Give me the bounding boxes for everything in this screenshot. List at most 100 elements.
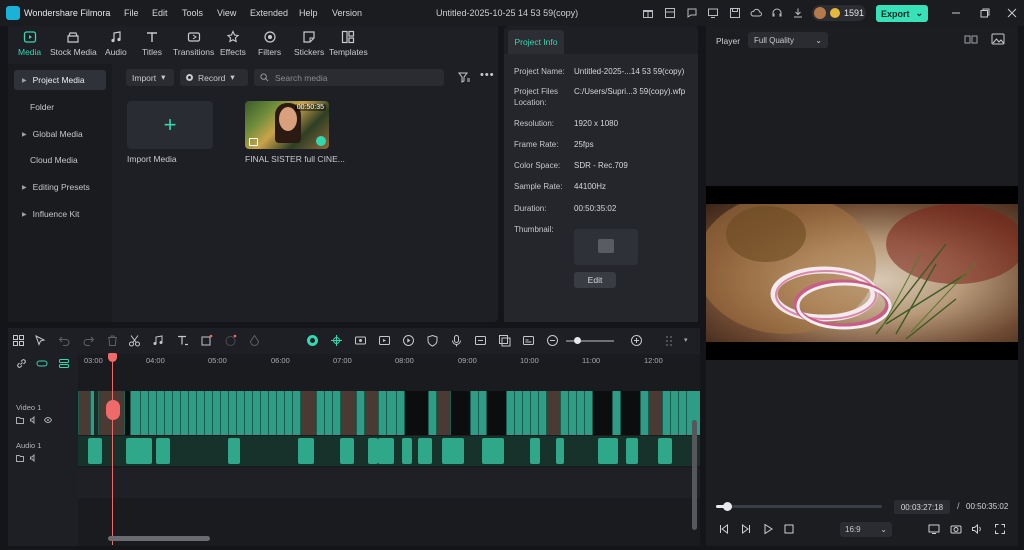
audio-clip[interactable] <box>126 438 152 464</box>
audio-clip[interactable] <box>658 438 672 464</box>
video-clip[interactable] <box>284 391 292 435</box>
layout-icon[interactable] <box>664 7 676 19</box>
fullscreen-icon[interactable] <box>994 523 1006 535</box>
more-options-icon[interactable]: ••• <box>480 69 495 81</box>
video-clip[interactable] <box>260 391 268 435</box>
split-scissors-icon[interactable] <box>106 400 120 420</box>
redo-icon[interactable] <box>82 334 95 347</box>
video-clip[interactable] <box>648 391 662 435</box>
video-viewer[interactable] <box>706 186 1018 360</box>
shield-icon[interactable] <box>426 334 439 347</box>
chevron-down-icon[interactable]: ▾ <box>684 336 688 344</box>
camera-icon[interactable] <box>950 523 962 535</box>
scissors-icon[interactable] <box>128 334 141 347</box>
audio-clip[interactable] <box>378 438 394 464</box>
audio-clip[interactable] <box>556 438 564 464</box>
magnet-link-icon[interactable] <box>36 358 49 371</box>
tab-stock-media[interactable]: Stock Media <box>50 30 97 62</box>
gift-icon[interactable] <box>642 7 654 19</box>
close-icon[interactable] <box>1006 7 1018 19</box>
video-clip[interactable] <box>130 391 140 435</box>
headset-icon[interactable] <box>771 7 783 19</box>
timeline-vertical-scrollbar[interactable] <box>692 420 697 530</box>
tab-filters[interactable]: Filters <box>258 30 281 62</box>
video-clip[interactable] <box>188 391 196 435</box>
video-clip[interactable] <box>156 391 164 435</box>
search-input[interactable] <box>275 72 435 83</box>
media-library-icon[interactable] <box>498 334 511 347</box>
volume-icon[interactable] <box>971 523 983 535</box>
video-clip[interactable] <box>252 391 260 435</box>
menu-tools[interactable]: Tools <box>182 8 203 18</box>
video-clip[interactable] <box>538 391 546 435</box>
menu-view[interactable]: View <box>217 8 236 18</box>
sidebar-item-influence-kit[interactable]: ▶ Influence Kit <box>14 204 106 224</box>
ai-mate-icon[interactable] <box>306 334 319 347</box>
audio-clip[interactable] <box>340 438 354 464</box>
video-clip[interactable] <box>662 391 670 435</box>
video-clip[interactable] <box>244 391 252 435</box>
audio-clip[interactable] <box>368 438 378 464</box>
audio-clip[interactable] <box>298 438 314 464</box>
edit-thumbnail-button[interactable]: Edit <box>574 272 616 288</box>
video-clip[interactable] <box>180 391 188 435</box>
eye-icon[interactable] <box>44 416 52 424</box>
audio-clip[interactable] <box>598 438 618 464</box>
video-clip[interactable] <box>436 391 450 435</box>
video-clip[interactable] <box>324 391 332 435</box>
video-clip[interactable] <box>386 391 396 435</box>
snapshot-image-icon[interactable] <box>991 33 1005 45</box>
audio-track[interactable] <box>78 436 700 466</box>
video-clip[interactable] <box>316 391 324 435</box>
sidebar-item-folder[interactable]: Folder <box>14 97 106 117</box>
audio-clip[interactable] <box>626 438 638 464</box>
play-icon[interactable] <box>762 523 774 535</box>
next-frame-icon[interactable] <box>740 523 752 535</box>
tab-effects[interactable]: Effects <box>220 30 246 62</box>
video-track[interactable] <box>78 391 700 435</box>
snap-icon[interactable] <box>330 334 343 347</box>
play-circle-icon[interactable] <box>402 334 415 347</box>
tab-titles[interactable]: Titles <box>142 30 162 62</box>
video-clip[interactable] <box>78 391 90 435</box>
video-clip[interactable] <box>196 391 204 435</box>
project-thumbnail[interactable] <box>574 229 638 265</box>
video-clip[interactable] <box>396 391 404 435</box>
video-clip[interactable] <box>428 391 436 435</box>
audio-edit-icon[interactable] <box>152 334 165 347</box>
timeline-horizontal-scrollbar[interactable] <box>108 536 210 541</box>
tab-stickers[interactable]: Stickers <box>294 30 324 62</box>
video-clip[interactable] <box>640 391 648 435</box>
sidebar-item-editing-presets[interactable]: ▶ Editing Presets <box>14 177 106 197</box>
zoom-out-icon[interactable] <box>546 334 559 347</box>
stop-icon[interactable] <box>783 523 795 535</box>
search-box[interactable] <box>254 69 444 86</box>
video-clip[interactable] <box>612 391 620 435</box>
track-manager-icon[interactable] <box>58 358 71 371</box>
points-badge[interactable]: 1591 <box>812 5 866 21</box>
playhead[interactable] <box>112 355 113 545</box>
display-icon[interactable] <box>928 523 940 535</box>
video-clip[interactable] <box>478 391 486 435</box>
video-clip[interactable] <box>592 391 612 435</box>
drag-handle-icon[interactable] <box>664 334 677 347</box>
video-clip[interactable] <box>470 391 478 435</box>
select-pointer-icon[interactable] <box>34 334 47 347</box>
undo-icon[interactable] <box>58 334 71 347</box>
video-clip[interactable] <box>568 391 576 435</box>
aspect-ratio-dropdown[interactable]: 16:9 ⌄ <box>840 522 892 537</box>
video-clip[interactable] <box>164 391 172 435</box>
menu-version[interactable]: Version <box>332 8 362 18</box>
sidebar-item-cloud-media[interactable]: Cloud Media <box>14 150 106 170</box>
video-clip[interactable] <box>530 391 538 435</box>
video-clip[interactable] <box>148 391 156 435</box>
video-clip[interactable] <box>212 391 220 435</box>
subtitle-icon[interactable] <box>522 334 535 347</box>
zoom-in-icon[interactable] <box>630 334 643 347</box>
mute-icon[interactable] <box>30 454 38 462</box>
color-palette-icon[interactable] <box>248 334 261 347</box>
video-clip[interactable] <box>276 391 284 435</box>
video-clip[interactable] <box>450 391 470 435</box>
video-clip[interactable] <box>514 391 522 435</box>
text-icon[interactable] <box>176 334 189 347</box>
